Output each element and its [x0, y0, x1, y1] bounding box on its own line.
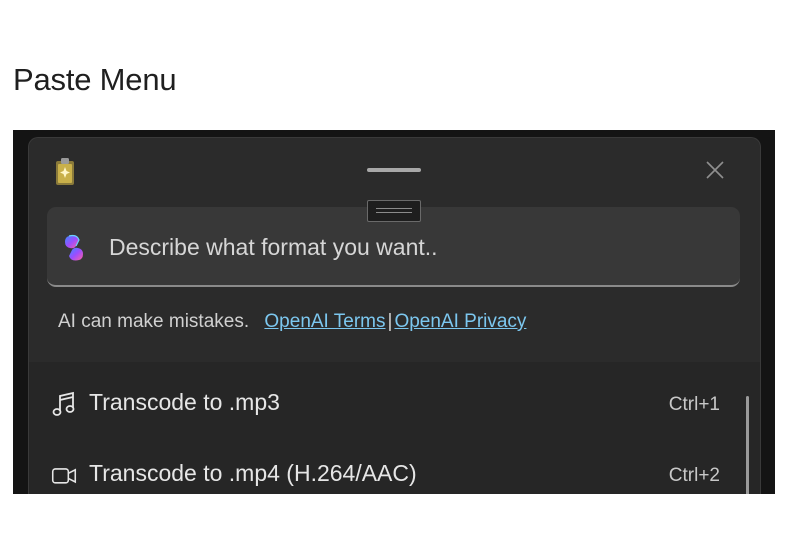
menu-item-shortcut: Ctrl+1: [668, 394, 720, 415]
music-note-icon: [52, 391, 75, 416]
panel-header-area: AI can make mistakes. OpenAI Terms|OpenA…: [29, 138, 760, 362]
menu-item-transcode-mp4[interactable]: Transcode to .mp4 (H.264/AAC) Ctrl+2: [29, 442, 760, 494]
video-camera-icon: [51, 468, 77, 484]
clipboard-sparkle-icon: [56, 158, 74, 185]
openai-privacy-link[interactable]: OpenAI Privacy: [394, 311, 526, 332]
prompt-input[interactable]: [107, 229, 711, 265]
screenshot-frame: AI can make mistakes. OpenAI Terms|OpenA…: [13, 130, 775, 494]
menu-item-label: Transcode to .mp4 (H.264/AAC): [89, 460, 417, 486]
scrollbar-thumb[interactable]: [746, 396, 749, 494]
link-separator: |: [387, 311, 393, 332]
menu-item-label: Transcode to .mp3: [89, 389, 280, 415]
openai-terms-link[interactable]: OpenAI Terms: [264, 311, 385, 332]
action-list: Transcode to .mp3 Ctrl+1 Transcode to .m…: [29, 362, 760, 494]
page-heading: Paste Menu: [13, 62, 177, 97]
disclaimer-row: AI can make mistakes. OpenAI Terms | OpenA…: [58, 311, 526, 333]
paste-panel: AI can make mistakes. OpenAI Terms|OpenA…: [28, 137, 761, 494]
copilot-icon: [65, 234, 83, 261]
menu-item-shortcut: Ctrl+2: [668, 465, 720, 486]
drag-handle[interactable]: [367, 168, 421, 172]
menu-item-transcode-mp3[interactable]: Transcode to .mp3 Ctrl+1: [29, 371, 760, 433]
disclaimer-text: AI can make mistakes.: [58, 311, 250, 332]
input-grip: [367, 200, 421, 222]
close-icon: [706, 161, 724, 179]
close-button[interactable]: [701, 156, 729, 184]
